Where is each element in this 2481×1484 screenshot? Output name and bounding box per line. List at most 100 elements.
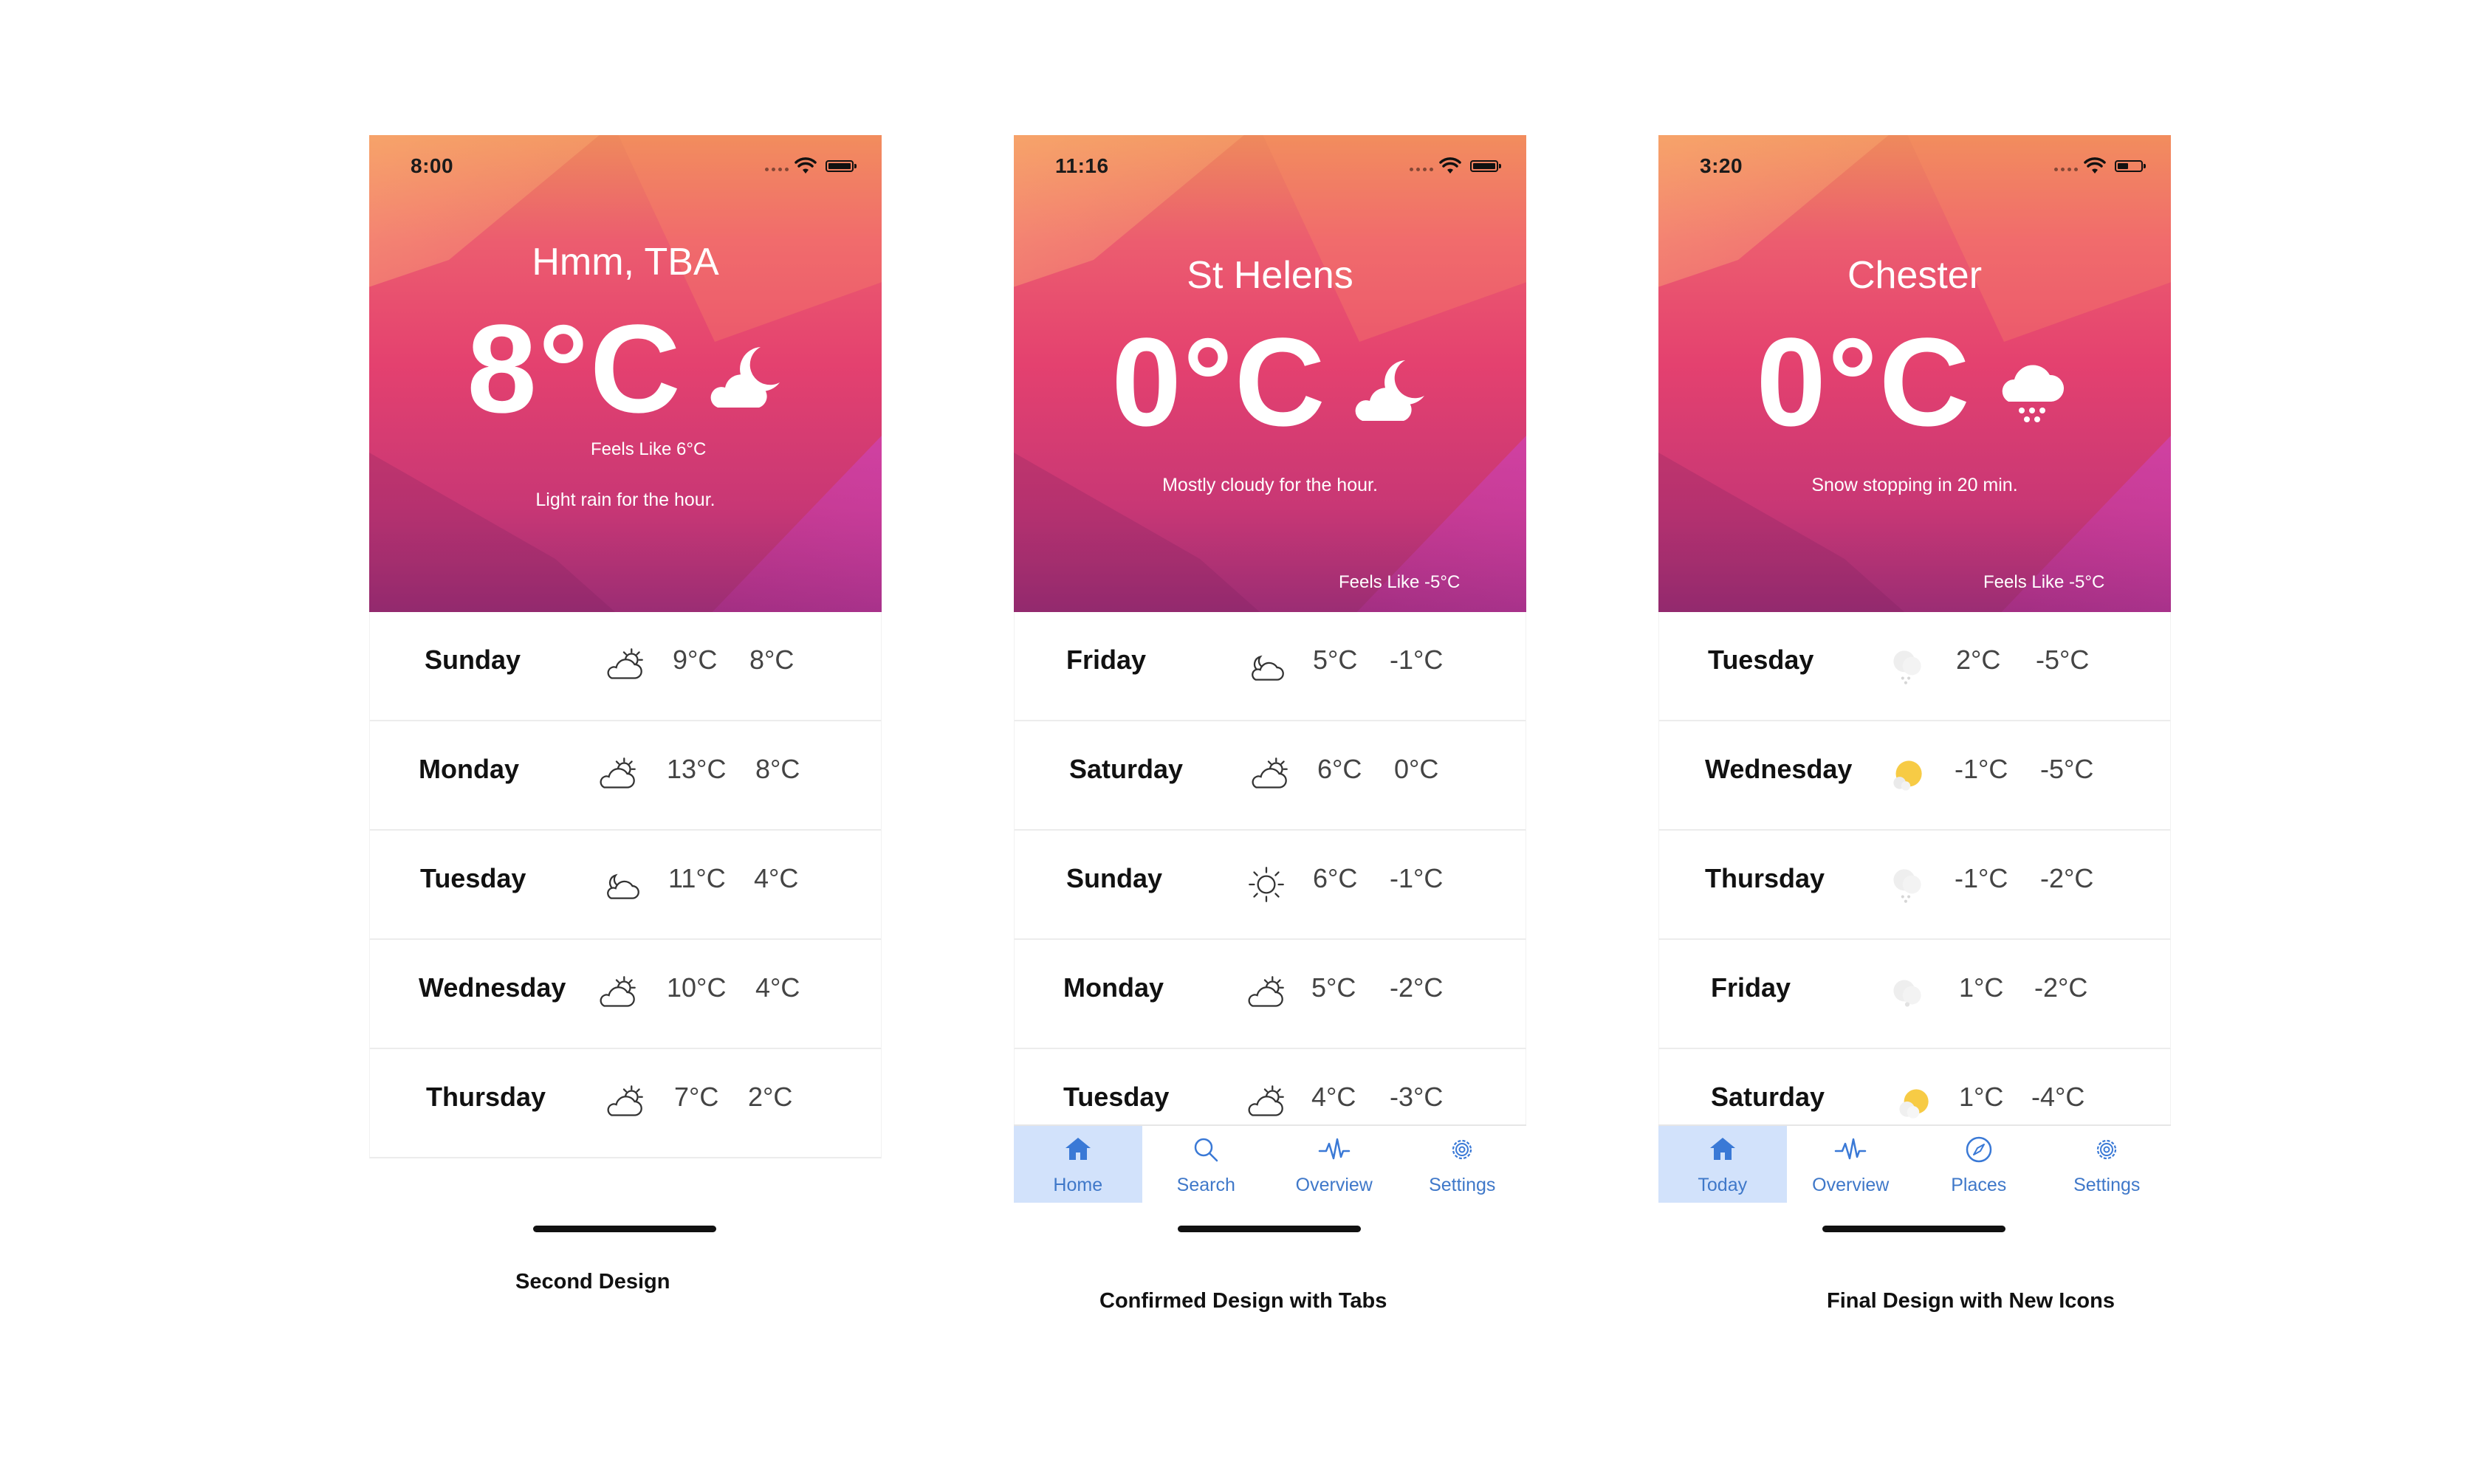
feels-like: Feels Like -5°C bbox=[1983, 572, 2105, 592]
pulse-icon bbox=[1318, 1138, 1350, 1160]
tab-search[interactable]: Search bbox=[1142, 1126, 1271, 1203]
forecast-day: Tuesday bbox=[1708, 645, 1814, 675]
forecast-high: -1°C bbox=[1955, 863, 2008, 893]
forecast-row[interactable]: Sunday 6°C -1°C bbox=[1014, 831, 1526, 940]
tab-places[interactable]: Places bbox=[1915, 1126, 2043, 1203]
weather-hero: 11:16 St Helens 0°C Mostly cloudy for th… bbox=[1014, 135, 1526, 612]
forecast-row[interactable]: Thursday 7°C 2°C bbox=[369, 1049, 882, 1158]
signal-icon bbox=[1410, 168, 1433, 171]
weather-summary: Light rain for the hour. bbox=[535, 489, 716, 510]
forecast-low: 4°C bbox=[754, 863, 799, 893]
forecast-row[interactable]: Friday 1°C -2°C bbox=[1658, 940, 2171, 1049]
forecast-low: -3°C bbox=[1390, 1082, 1444, 1112]
tab-bar: Home Search Overview Settings bbox=[1014, 1124, 1526, 1203]
sun-outline-icon bbox=[1249, 867, 1284, 902]
weather-summary: Snow stopping in 20 min. bbox=[1811, 475, 2018, 495]
snow-cloud-icon bbox=[2002, 365, 2064, 422]
forecast-low: 8°C bbox=[749, 645, 795, 675]
forecast-day: Saturday bbox=[1069, 754, 1184, 784]
forecast-low: 2°C bbox=[748, 1082, 793, 1112]
feels-like: Feels Like -5°C bbox=[1339, 572, 1461, 592]
forecast-day: Thursday bbox=[426, 1082, 546, 1112]
forecast-low: 0°C bbox=[1394, 754, 1439, 784]
forecast-day: Friday bbox=[1066, 645, 1147, 675]
forecast-row[interactable]: Thursday -1°C -2°C bbox=[1658, 831, 2171, 940]
design-caption: Second Design bbox=[515, 1270, 670, 1294]
forecast-high: -1°C bbox=[1955, 754, 2008, 784]
phone-second-design: 8:00 Hmm, TBA 8°C Feels Like 6°C Light r… bbox=[369, 135, 882, 1232]
forecast-low: -2°C bbox=[2040, 863, 2094, 893]
forecast-day: Sunday bbox=[425, 645, 521, 675]
city-name: Hmm, TBA bbox=[532, 241, 719, 284]
moon-cloud-outline-icon bbox=[1252, 655, 1284, 681]
pulse-icon bbox=[1835, 1138, 1867, 1160]
forecast-high: 1°C bbox=[1959, 972, 2004, 1003]
forecast-day: Thursday bbox=[1705, 863, 1825, 893]
home-indicator[interactable] bbox=[1822, 1226, 2005, 1232]
forecast-low: -1°C bbox=[1390, 863, 1444, 893]
forecast-row[interactable]: Tuesday 2°C -5°C bbox=[1658, 612, 2171, 721]
tab-overview[interactable]: Overview bbox=[1270, 1126, 1399, 1203]
partly-sunny-outline-icon bbox=[1248, 1085, 1284, 1116]
tab-settings[interactable]: Settings bbox=[1399, 1126, 1527, 1203]
forecast-day: Wednesday bbox=[419, 972, 566, 1003]
forecast-high: 4°C bbox=[1311, 1082, 1356, 1112]
design-caption: Confirmed Design with Tabs bbox=[1099, 1289, 1387, 1313]
forecast-high: 2°C bbox=[1956, 645, 2001, 675]
wifi-icon bbox=[2084, 157, 2106, 174]
forecast-low: -2°C bbox=[1390, 972, 1444, 1003]
tab-home[interactable]: Home bbox=[1014, 1126, 1142, 1203]
gear-icon bbox=[1452, 1139, 1472, 1160]
moon-cloud-icon bbox=[1355, 360, 1424, 421]
forecast-low: -2°C bbox=[2034, 972, 2088, 1003]
current-temperature: 0°C bbox=[1756, 312, 1972, 453]
current-temperature: 8°C bbox=[467, 299, 682, 439]
home-icon bbox=[1709, 1138, 1735, 1160]
home-indicator[interactable] bbox=[533, 1226, 716, 1232]
status-icons bbox=[2054, 157, 2150, 175]
forecast-row[interactable]: Wednesday -1°C -5°C bbox=[1658, 721, 2171, 831]
forecast-day: Wednesday bbox=[1705, 754, 1853, 784]
tab-today[interactable]: Today bbox=[1658, 1126, 1787, 1203]
city-name: Chester bbox=[1847, 254, 1983, 297]
battery-icon bbox=[826, 160, 857, 172]
sun-cloud-color-icon bbox=[1893, 760, 1922, 791]
forecast-row[interactable]: Monday 13°C 8°C bbox=[369, 721, 882, 831]
forecast-row[interactable]: Tuesday 11°C 4°C bbox=[369, 831, 882, 940]
forecast-low: -5°C bbox=[2040, 754, 2094, 784]
compass-icon bbox=[1966, 1136, 1991, 1163]
forecast-low: -4°C bbox=[2031, 1082, 2085, 1112]
forecast-row[interactable]: Wednesday 10°C 4°C bbox=[369, 940, 882, 1049]
home-indicator[interactable] bbox=[1178, 1226, 1361, 1232]
forecast-low: 8°C bbox=[755, 754, 800, 784]
forecast-high: 5°C bbox=[1313, 645, 1358, 675]
forecast-day: Sunday bbox=[1066, 863, 1163, 893]
status-icons bbox=[1410, 157, 1506, 175]
tab-label: Overview bbox=[1295, 1175, 1373, 1195]
forecast-row[interactable]: Monday 5°C -2°C bbox=[1014, 940, 1526, 1049]
moon-cloud-outline-icon bbox=[607, 873, 639, 899]
snow-cloud-color-icon bbox=[1893, 650, 1921, 684]
forecast-high: 1°C bbox=[1959, 1082, 2004, 1112]
status-time: 3:20 bbox=[1700, 154, 1743, 177]
forecast-high: 10°C bbox=[667, 972, 727, 1003]
forecast-row[interactable]: Friday 5°C -1°C bbox=[1014, 612, 1526, 721]
design-caption: Final Design with New Icons bbox=[1827, 1289, 2115, 1313]
current-temperature: 0°C bbox=[1111, 312, 1327, 453]
forecast-row[interactable]: Sunday 9°C 8°C bbox=[369, 612, 882, 721]
partly-sunny-outline-icon bbox=[600, 976, 636, 1007]
snow-cloud-color-icon bbox=[1893, 869, 1921, 903]
partly-sunny-outline-icon bbox=[1252, 758, 1288, 789]
tab-overview[interactable]: Overview bbox=[1787, 1126, 1915, 1203]
forecast-row[interactable]: Saturday 6°C 0°C bbox=[1014, 721, 1526, 831]
weather-hero: 8:00 Hmm, TBA 8°C Feels Like 6°C Light r… bbox=[369, 135, 882, 612]
forecast-day: Tuesday bbox=[1063, 1082, 1170, 1112]
home-icon bbox=[1065, 1138, 1091, 1160]
city-name: St Helens bbox=[1187, 254, 1353, 297]
forecast-high: 13°C bbox=[667, 754, 727, 784]
partly-sunny-outline-icon bbox=[607, 1085, 643, 1116]
feels-like: Feels Like 6°C bbox=[591, 439, 707, 459]
tab-settings[interactable]: Settings bbox=[2043, 1126, 2172, 1203]
sun-cloud-color-icon bbox=[1899, 1089, 1929, 1119]
forecast-day: Monday bbox=[1063, 972, 1164, 1003]
